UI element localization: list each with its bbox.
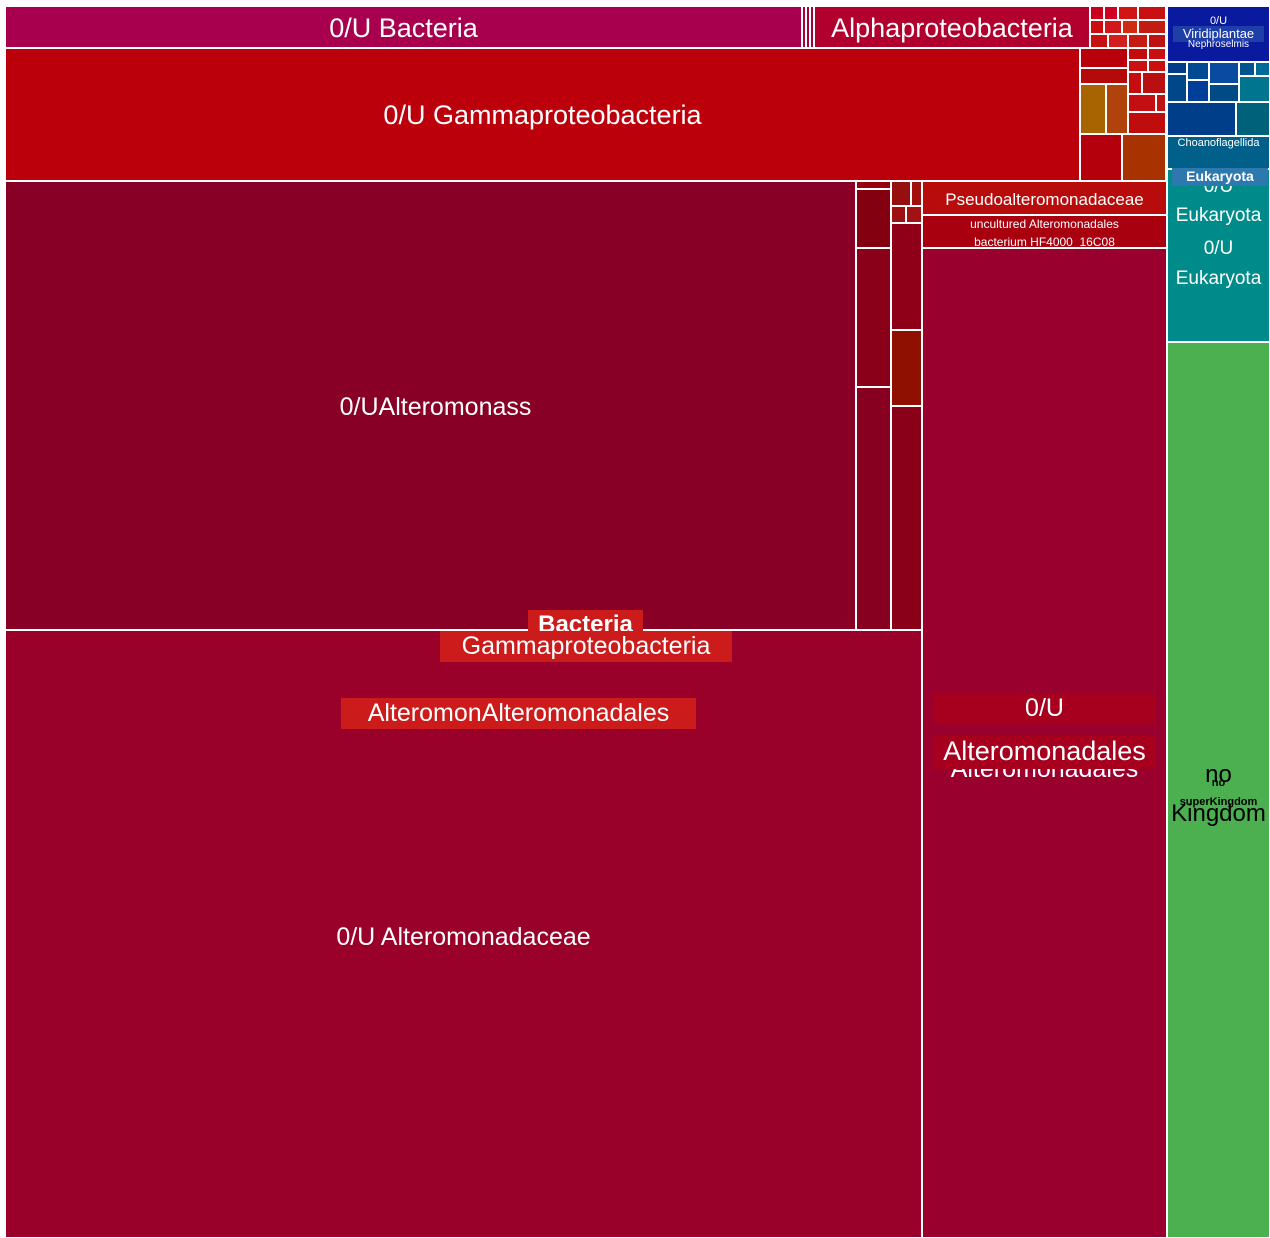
cell-gamma-sub-d [1128,60,1148,72]
label-u-alteromonas: 0/UAlteromonass [339,393,532,421]
cell-alpha-sub-i [1090,34,1108,48]
cell-alt-sub-k [891,406,922,630]
cell-alpha-sub-b [1104,6,1118,20]
label-uncultured-hf4000: uncultured Alteromonadales bacterium HF4… [970,217,1119,249]
cell-euk-sub-b [1187,62,1209,80]
cell-euk-sub-d [1239,62,1255,76]
cell-gamma-sub-g [1128,72,1142,94]
cell-alt-sub-g [891,206,906,223]
cell-alpha-sub-d [1138,6,1166,20]
label-alteromonadales-overlap: AlteromonAlteromonadales [341,698,696,730]
cell-gamma-sub-b [1128,48,1148,60]
cell-alpha-sub-h [1138,20,1166,34]
label-u-alteromonadales-top: 0/U [934,693,1155,725]
cell-gamma-sub-n [1080,134,1122,181]
label-pseudoalteromonadaceae: Pseudoalteromonadaceae [945,190,1144,209]
cell-gamma-sub-l [1156,94,1166,112]
label-u-gammaproteobacteria: 0/U Gammaproteobacteria [383,100,702,130]
cell-alt-sub-h [906,206,922,223]
cell-gamma-sub-a [1080,48,1128,68]
cell-alpha-sub-l [1148,34,1166,48]
cell-alpha-sub-k [1128,34,1148,48]
cell-gamma-sub-k [1128,94,1156,112]
cell-euk-sub-c [1209,62,1239,84]
cell-alt-sub-i [891,223,922,330]
cell-gamma-sub-f [1080,68,1128,84]
cell-alpha-sub-a [1090,6,1104,20]
cell-alt-sub-e [891,181,911,206]
cell-alt-sub-f [911,181,922,206]
cell-euk-sub-a [1167,62,1187,74]
label-gammaproteobacteria: Gammaproteobacteria [440,631,732,663]
label-u-alteromonadaceae: 0/U Alteromonadaceae [336,923,591,951]
label-u-eukaryota-2a: 0/U [1203,238,1234,259]
cell-alpha-sub-c [1118,6,1138,20]
label-u-eukaryota-1b: Eukaryota [1175,205,1262,226]
cell-gamma-sub-h [1142,72,1166,94]
cell-gamma-sub-i [1080,84,1106,134]
cell-alt-sub-c [856,248,891,387]
label-nephroselmis: Nephroselmis [1187,39,1250,50]
treemap: 0/U Bacteria Alphaproteobacteria 0/U Gamma… [0,0,1270,1238]
label-alphaproteobacteria: Alphaproteobacteria [831,13,1073,43]
cell-alpha-sub-j [1108,34,1128,48]
cell-gamma-sub-e [1148,60,1166,72]
cell-gamma-sub-o [1122,134,1166,181]
label-u-eukaryota-2b: Eukaryota [1175,268,1262,289]
label-u-alteromonadales-mid: Alteromonadales [934,735,1155,769]
cell-gamma-sub-m [1128,112,1166,134]
cell-euk-sub-h [1209,84,1239,102]
cell-euk-sub-f [1167,74,1187,102]
cell-gamma-sub-c [1148,48,1166,60]
cell-euk-sub-e [1255,62,1270,76]
cell-euk-sub-k [1236,102,1270,136]
cell-alpha-sub-f [1104,20,1122,34]
label-eukaryota: Eukaryota [1172,168,1268,186]
label-choanoflagellida: Choanoflagellida [1177,137,1260,149]
label-no-superkingdom-a: no [1211,777,1226,789]
cell-alpha-sub-e [1090,20,1104,34]
cell-alt-sub-a [856,181,891,189]
cell-euk-sub-j [1167,102,1236,136]
cell-alt-sub-j [891,330,922,406]
cell-alpha-sub-g [1122,20,1138,34]
cell-euk-sub-g [1187,80,1209,102]
cell-euk-sub-i [1239,76,1270,102]
label-no-superkingdom-b: superKingdom [1179,796,1258,808]
cell-alt-sub-d [856,387,891,630]
cell-gamma-sub-j [1106,84,1128,134]
label-u-bacteria: 0/U Bacteria [329,13,478,43]
cell-alt-sub-b [856,189,891,248]
